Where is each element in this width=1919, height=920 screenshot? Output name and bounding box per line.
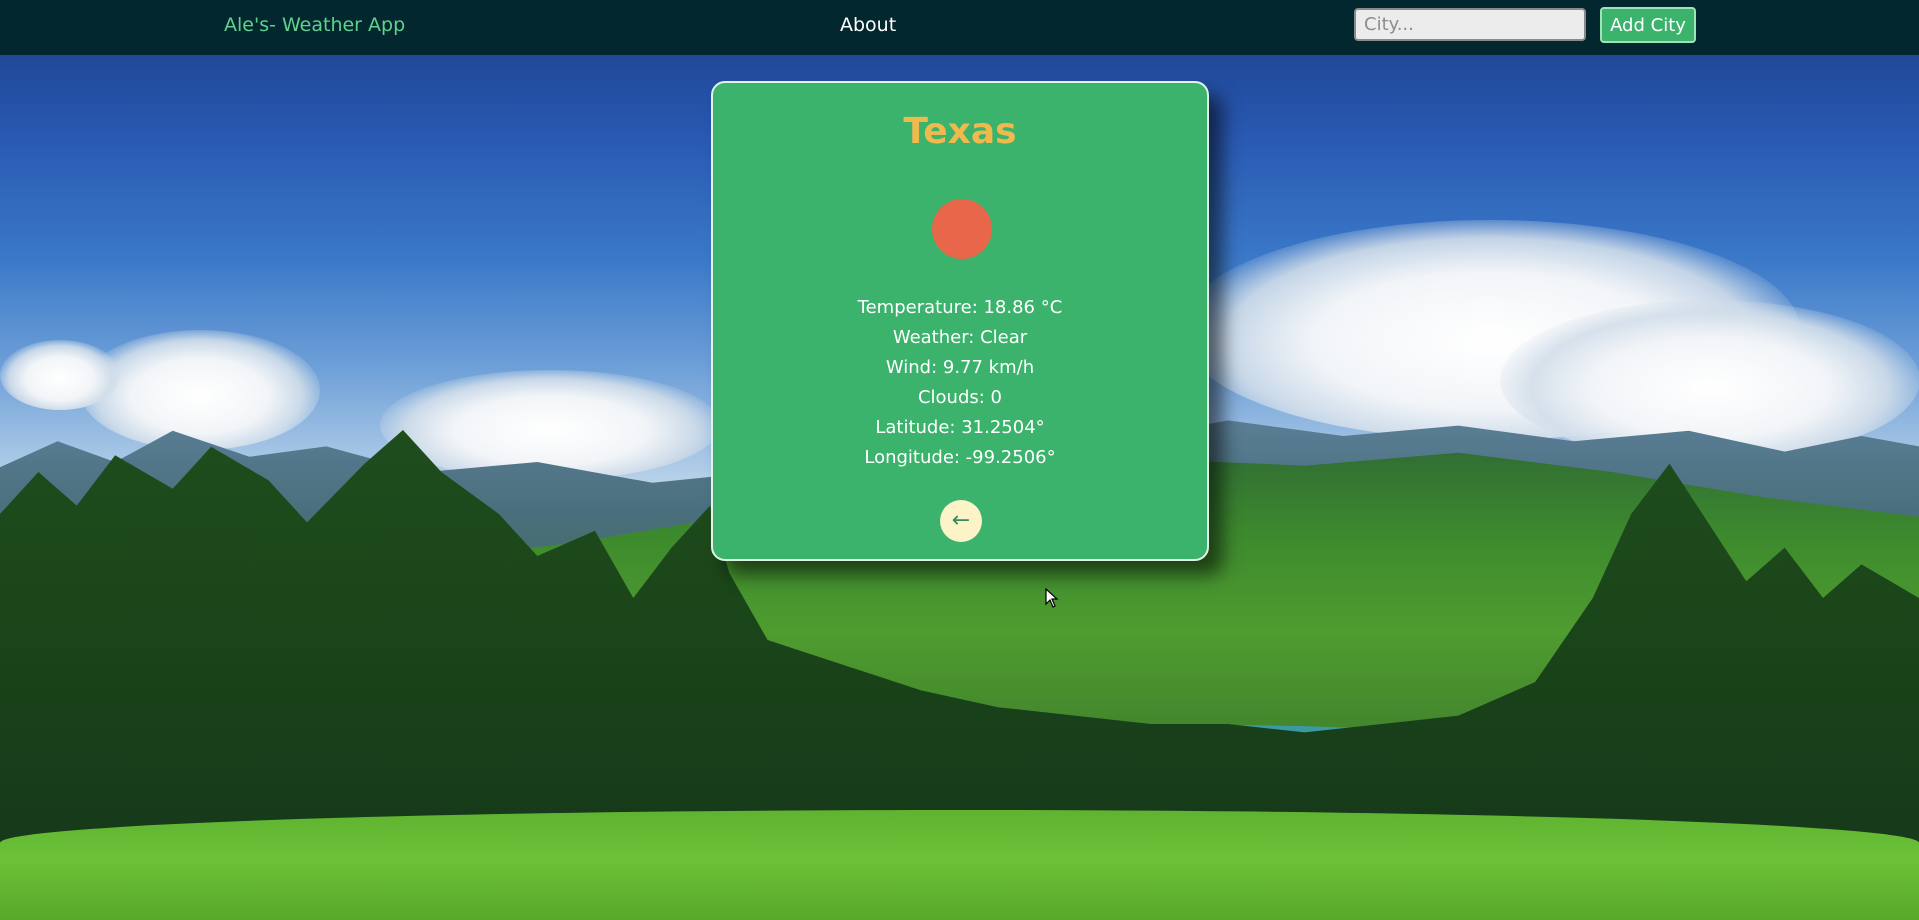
- back-button[interactable]: ←: [940, 500, 982, 542]
- longitude-text: Longitude: -99.2506°: [864, 447, 1056, 468]
- wind-text: Wind: 9.77 km/h: [885, 357, 1035, 378]
- about-link[interactable]: About: [840, 14, 896, 36]
- temperature-text: Temperature: 18.86 °C: [857, 297, 1063, 318]
- navbar: Ale's- Weather App About Add City: [0, 0, 1919, 55]
- latitude-text: Latitude: 31.2504°: [875, 417, 1045, 438]
- cloud: [0, 340, 120, 410]
- brand-link[interactable]: Ale's- Weather App: [224, 14, 405, 36]
- weather-card: Texas Temperature: 18.86 °C Weather: Cle…: [711, 81, 1209, 561]
- cloud: [80, 330, 320, 450]
- weather-text: Weather: Clear: [892, 327, 1028, 348]
- arrow-left-icon: ←: [951, 508, 971, 533]
- city-title: Texas: [903, 111, 1017, 152]
- weather-details: Temperature: 18.86 °C Weather: Clear Win…: [713, 293, 1207, 473]
- city-input[interactable]: [1354, 8, 1586, 41]
- mouse-cursor-icon: [1045, 588, 1059, 608]
- sun-icon: [932, 199, 992, 259]
- weather-app: Ale's- Weather App About Add City Texas …: [0, 0, 1919, 920]
- add-city-button[interactable]: Add City: [1600, 7, 1696, 43]
- meadow: [0, 810, 1919, 920]
- clouds-text: Clouds: 0: [917, 387, 1003, 408]
